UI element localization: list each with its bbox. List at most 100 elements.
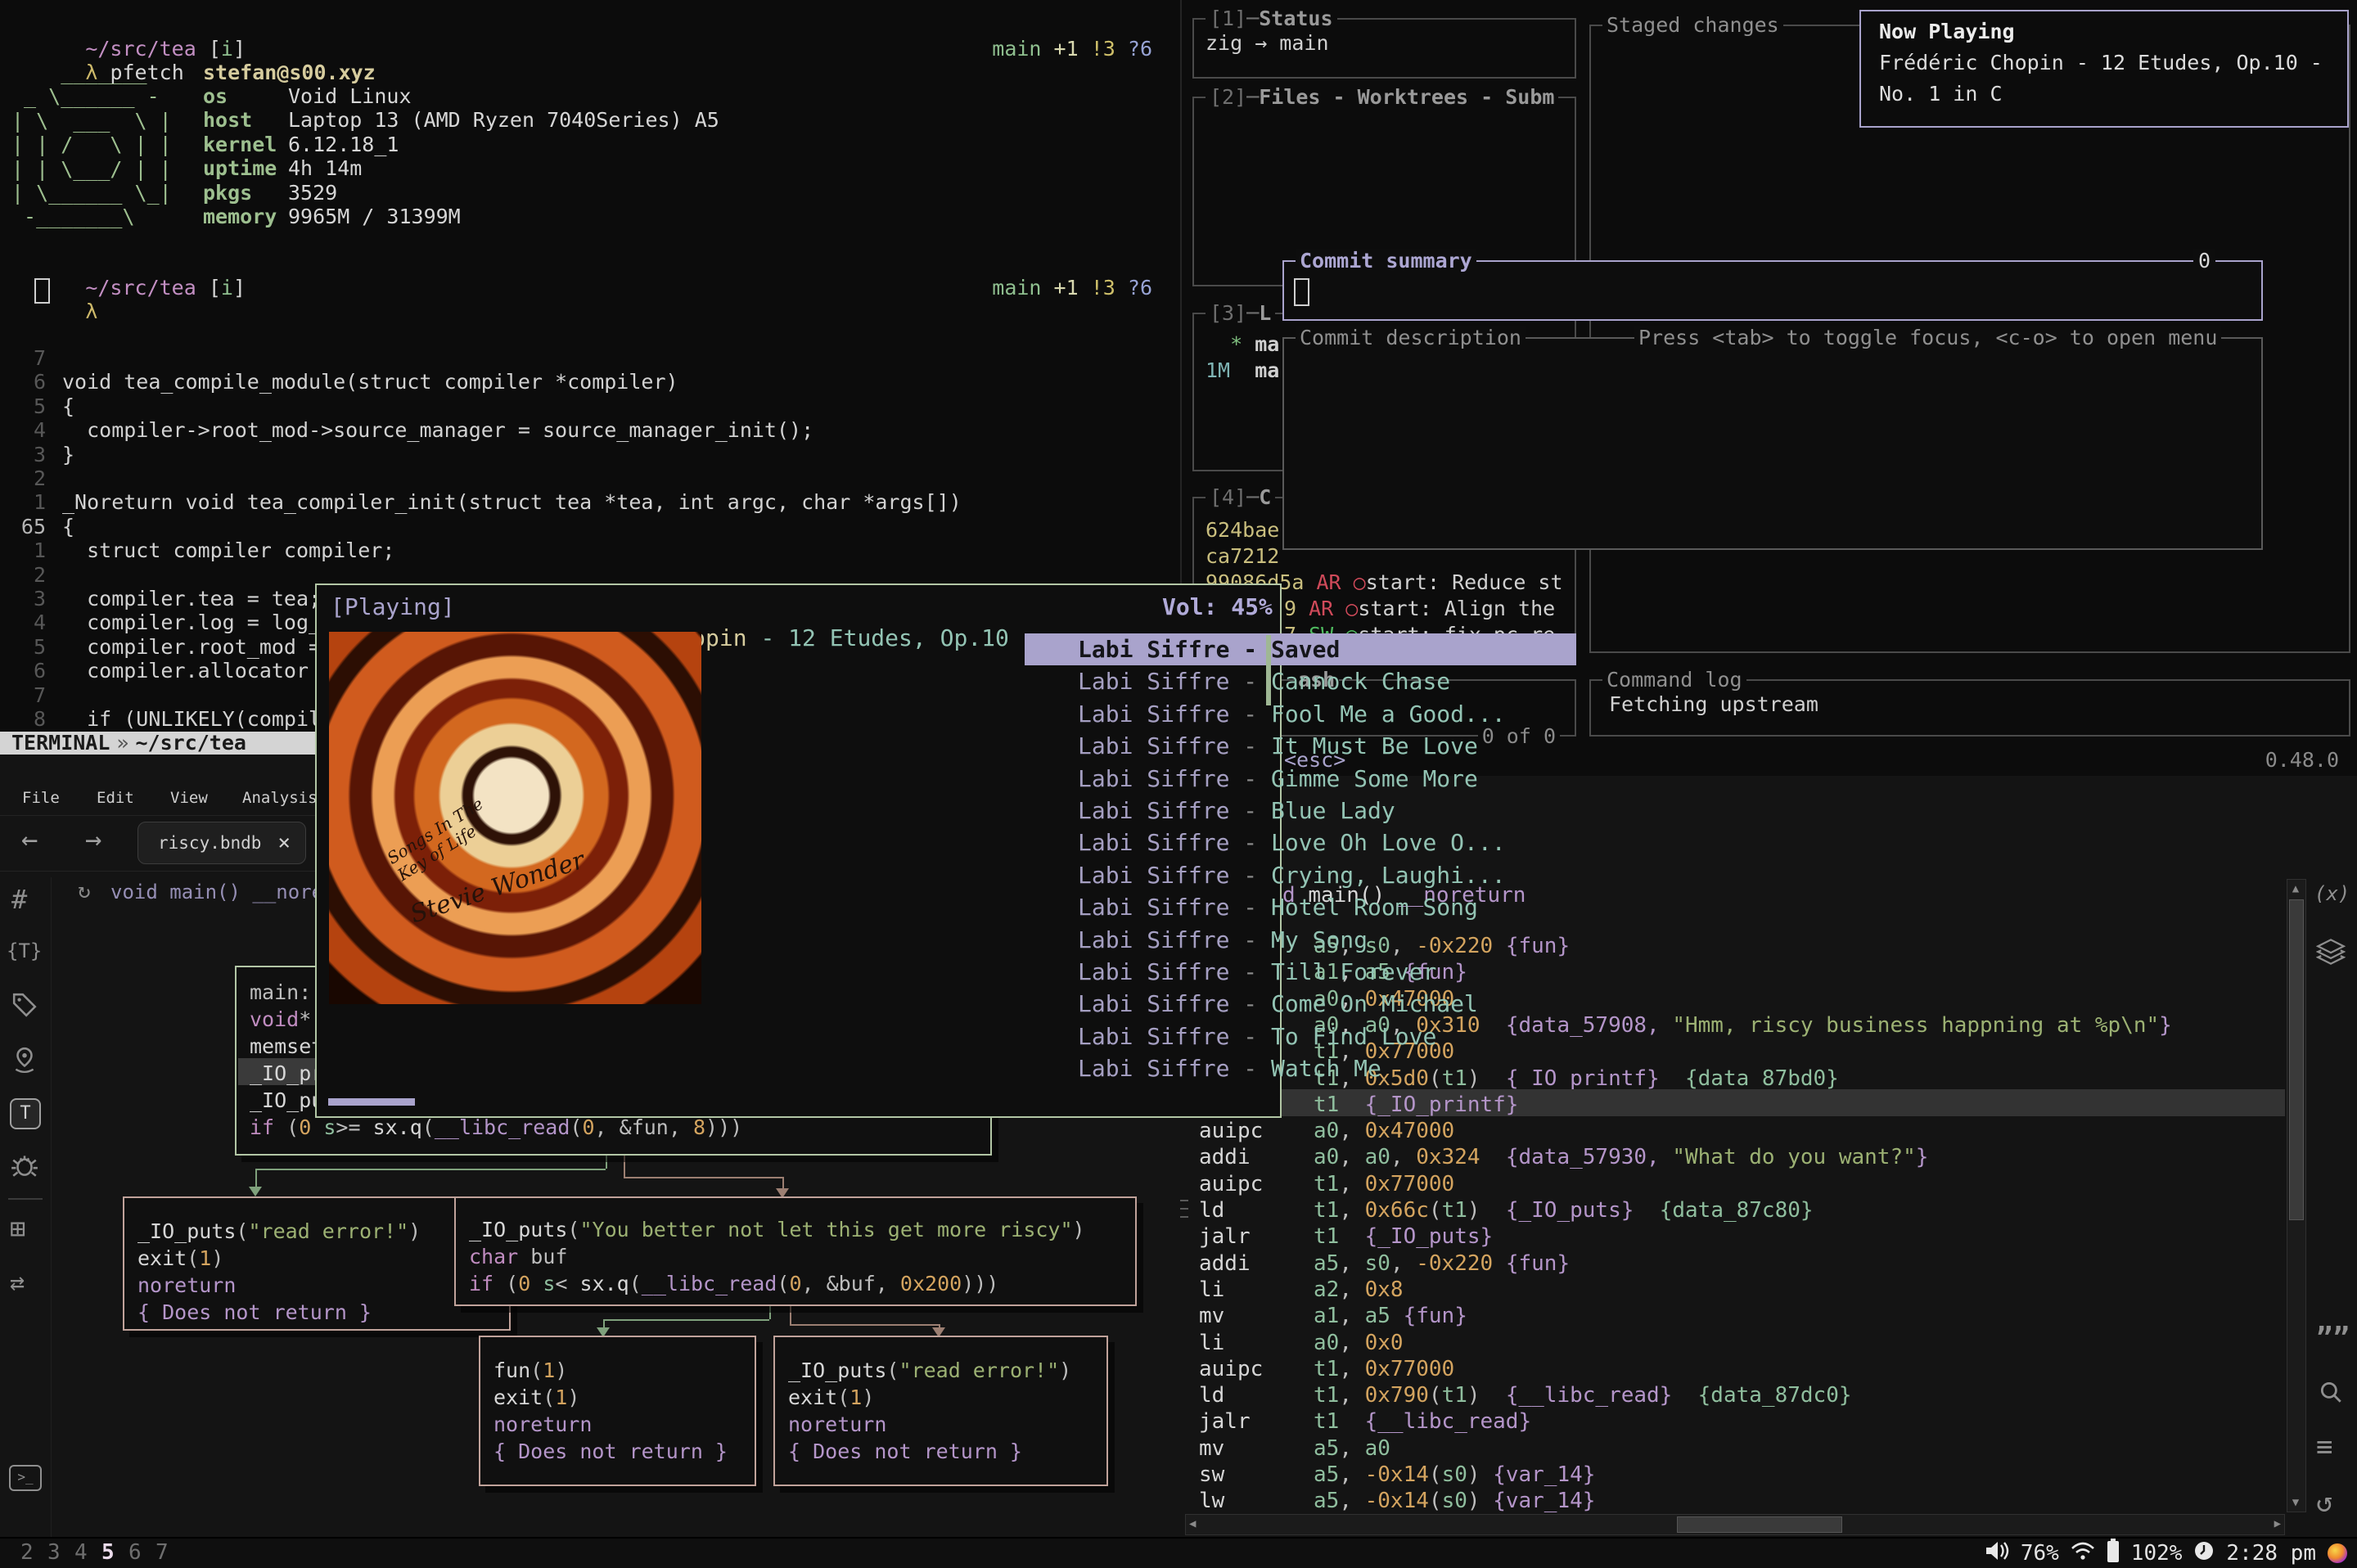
track-row[interactable]: Labi Siffre - To Find Love [1025, 1021, 1576, 1052]
scroll-left-icon[interactable]: ◀ [1189, 1516, 1196, 1531]
playback-progress[interactable] [328, 1098, 415, 1106]
asm-mnemonic[interactable]: addi [1199, 1144, 1251, 1170]
asm-mnemonic[interactable]: auipc [1199, 1171, 1263, 1197]
menu-file[interactable]: File [22, 789, 60, 807]
close-icon[interactable]: × [277, 822, 291, 863]
track-row[interactable]: Labi Siffre - Blue Lady [1025, 795, 1576, 827]
history-icon[interactable]: ↺ [2316, 1486, 2332, 1519]
scroll-up-icon[interactable]: ▲ [2287, 881, 2304, 896]
track-row[interactable]: Labi Siffre - Hotel Room Song [1025, 891, 1576, 923]
asm-mnemonic[interactable]: mv [1199, 1435, 1224, 1462]
asm-operands[interactable]: a0, 0x47000 [1314, 1118, 1454, 1144]
commit-row[interactable]: ca7212 [1206, 544, 1279, 568]
vertical-scroll-thumb[interactable] [2289, 899, 2304, 1220]
lazygit-status-panel[interactable]: [1]─Status zig → main [1192, 18, 1576, 79]
commit-summary-popup[interactable]: Commit summary 0 [1282, 260, 2263, 321]
asm-operands[interactable]: a2, 0x8 [1314, 1277, 1404, 1303]
branch-row[interactable]: * ma [1206, 332, 1279, 356]
asm-mnemonic[interactable]: mv [1199, 1303, 1224, 1329]
track-row[interactable]: Labi Siffre - Love Oh Love O... [1025, 827, 1576, 858]
asm-mnemonic[interactable]: jalr [1199, 1223, 1251, 1250]
asm-operands[interactable]: a5, -0x14(s0) {var_14} [1314, 1488, 1595, 1514]
wifi-icon[interactable] [2071, 1541, 2095, 1566]
pfetch-field: osVoid Linux [203, 84, 412, 108]
menu-view[interactable]: View [170, 789, 208, 807]
forward-icon[interactable]: → [85, 823, 101, 856]
asm-mnemonic[interactable]: ld [1199, 1382, 1224, 1408]
asm-mnemonic[interactable]: addi [1199, 1250, 1251, 1277]
asm-mnemonic[interactable]: lw [1199, 1488, 1224, 1514]
graph-edge-arrow [249, 1187, 262, 1196]
current-function[interactable]: void main() __nore [110, 881, 323, 903]
node-code-line: _IO_pu [250, 1087, 323, 1114]
graph-node-err1[interactable]: _IO_puts("read error!")exit(1)noreturn{ … [123, 1196, 511, 1331]
asm-mnemonic[interactable]: li [1199, 1277, 1224, 1303]
refresh-icon[interactable]: ↻ [78, 879, 91, 903]
menu-analysis[interactable]: Analysis [242, 789, 318, 807]
asm-mnemonic[interactable]: auipc [1199, 1118, 1263, 1144]
workspace-4[interactable]: 4 [74, 1540, 101, 1565]
search-icon[interactable] [2318, 1379, 2344, 1408]
asm-operands[interactable]: a1, a5 {fun} [1314, 1303, 1467, 1329]
graph-node-riscy[interactable]: _IO_puts("You better not let this get mo… [454, 1196, 1137, 1306]
asm-operands[interactable]: a5, -0x14(s0) {var_14} [1314, 1462, 1595, 1488]
graph-edge [255, 1169, 257, 1187]
asm-operands[interactable]: a0, a0, 0x324 {data_57930, "What do you … [1314, 1144, 1928, 1170]
track-row[interactable]: Labi Siffre - Crying, Laughi... [1025, 859, 1576, 891]
asm-operands[interactable]: t1, 0x66c(t1) {_IO_puts} {data_87c80} [1314, 1197, 1814, 1223]
workspace-switcher[interactable]: 234567 [20, 1540, 183, 1565]
scroll-down-icon[interactable]: ▼ [2287, 1495, 2304, 1510]
log-list-icon[interactable]: ≡ [2316, 1431, 2332, 1463]
tray-app-icon[interactable] [2328, 1543, 2347, 1563]
track-row[interactable]: Labi Siffre - Watch Me [1025, 1052, 1576, 1084]
playlist-scroll-thumb[interactable] [1266, 635, 1271, 705]
workspace-3[interactable]: 3 [47, 1540, 74, 1565]
asm-operands[interactable]: t1 {_IO_printf} [1314, 1092, 1518, 1118]
asm-mnemonic[interactable]: jalr [1199, 1408, 1251, 1435]
track-row[interactable]: Labi Siffre - Gimme Some More [1025, 763, 1576, 795]
asm-mnemonic[interactable]: auipc [1199, 1356, 1263, 1382]
workspace-7[interactable]: 7 [155, 1540, 183, 1565]
track-row[interactable]: Labi Siffre - My Song [1025, 924, 1576, 956]
asm-mnemonic[interactable]: ld [1199, 1197, 1224, 1223]
editor-line: 5{ [0, 394, 1177, 418]
graph-node-fun[interactable]: fun(1)exit(1)noreturn{ Does not return } [479, 1336, 756, 1486]
horizontal-scroll-thumb[interactable] [1677, 1516, 1842, 1533]
horizontal-scrollbar[interactable]: ◀ ▶ [1185, 1514, 2285, 1535]
track-row[interactable]: Labi Siffre - Fool Me a Good... [1025, 698, 1576, 730]
track-row[interactable]: Labi Siffre - Saved [1025, 633, 1576, 665]
cross-references-icon[interactable]: (x) [2314, 882, 2350, 905]
commit-row[interactable]: 624bae [1206, 518, 1279, 542]
asm-operands[interactable]: t1 {_IO_puts} [1314, 1223, 1493, 1250]
asm-operands[interactable]: t1 {__libc_read} [1314, 1408, 1531, 1435]
branch-row[interactable]: 1M ma [1206, 358, 1279, 382]
tab-riscy-bndb[interactable]: riscy.bndb × [137, 822, 306, 864]
stack-layers-icon[interactable] [2316, 938, 2346, 969]
back-icon[interactable]: ← [21, 823, 38, 856]
vertical-scrollbar[interactable]: ▲ ▼ [2287, 879, 2306, 1512]
workspace-5[interactable]: 5 [101, 1540, 128, 1565]
asm-operands[interactable]: a5, s0, -0x220 {fun} [1314, 1250, 1570, 1277]
asm-operands[interactable]: t1, 0x77000 [1314, 1171, 1454, 1197]
track-row[interactable]: Labi Siffre - It Must Be Love [1025, 730, 1576, 762]
now-playing-notification[interactable]: Now Playing Frédéric Chopin - 12 Etudes,… [1859, 10, 2349, 128]
workspace-6[interactable]: 6 [128, 1540, 155, 1565]
scroll-right-icon[interactable]: ▶ [2274, 1516, 2281, 1531]
volume-icon[interactable] [1985, 1540, 2009, 1567]
commit-row[interactable]: 9 AR ○start: Align the [1284, 597, 1555, 620]
asm-operands[interactable]: t1, 0x790(t1) {__libc_read} {data_87dc0} [1314, 1382, 1852, 1408]
track-row[interactable]: Labi Siffre - Till Forever [1025, 956, 1576, 988]
strings-list-icon[interactable]: ”” [2316, 1322, 2350, 1354]
asm-mnemonic[interactable]: li [1199, 1330, 1224, 1356]
track-row[interactable]: Labi Siffre - Cannock Chase [1025, 665, 1576, 697]
asm-operands[interactable]: t1, 0x77000 [1314, 1356, 1454, 1382]
asm-mnemonic[interactable]: sw [1199, 1462, 1224, 1488]
menu-edit[interactable]: Edit [97, 789, 134, 807]
asm-operands[interactable]: a5, a0 [1314, 1435, 1390, 1462]
asm-operands[interactable]: a0, 0x0 [1314, 1330, 1404, 1356]
workspace-2[interactable]: 2 [20, 1540, 47, 1565]
track-row[interactable]: Labi Siffre - Come On Michael [1025, 988, 1576, 1020]
music-player-window[interactable]: [Playing] opin - 12 Etudes, Op.10 - Vol:… [315, 583, 1282, 1118]
commit-description-popup[interactable]: Commit description Press <tab> to toggle… [1282, 337, 2263, 550]
graph-node-err2[interactable]: _IO_puts("read error!")exit(1)noreturn{ … [773, 1336, 1108, 1486]
